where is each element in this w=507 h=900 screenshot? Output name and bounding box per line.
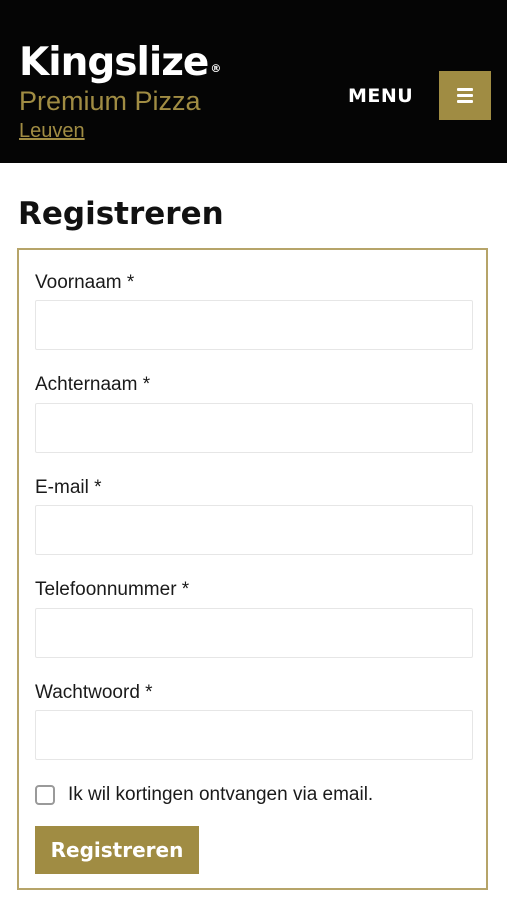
last-name-input[interactable]: [35, 403, 473, 453]
menu-label[interactable]: MENU: [348, 84, 413, 108]
register-button[interactable]: Registreren: [35, 826, 199, 874]
first-name-label: Voornaam *: [35, 272, 135, 293]
registered-mark: ®: [210, 62, 222, 75]
brand-subtitle: Premium Pizza: [19, 86, 201, 116]
brand-name-text: Kingslize: [19, 40, 209, 85]
hamburger-icon: [457, 88, 473, 103]
city-link[interactable]: Leuven: [19, 120, 85, 142]
phone-input[interactable]: [35, 608, 473, 658]
brand-name: Kingslize ®: [19, 40, 221, 86]
newsletter-checkbox[interactable]: [35, 785, 55, 805]
password-input[interactable]: [35, 710, 473, 760]
site-header: Kingslize ® Premium Pizza Leuven MENU: [0, 0, 507, 163]
password-label: Wachtwoord *: [35, 682, 153, 703]
page-title: Registreren: [18, 196, 224, 232]
email-label: E-mail *: [35, 477, 102, 498]
brand-logo[interactable]: Kingslize ® Premium Pizza Leuven: [19, 40, 221, 142]
phone-label: Telefoonnummer *: [35, 579, 190, 600]
last-name-label: Achternaam *: [35, 374, 151, 395]
menu-button[interactable]: [439, 71, 491, 120]
first-name-input[interactable]: [35, 300, 473, 350]
newsletter-option[interactable]: Ik wil kortingen ontvangen via email.: [35, 783, 373, 807]
newsletter-label[interactable]: Ik wil kortingen ontvangen via email.: [68, 783, 373, 807]
email-input[interactable]: [35, 505, 473, 555]
